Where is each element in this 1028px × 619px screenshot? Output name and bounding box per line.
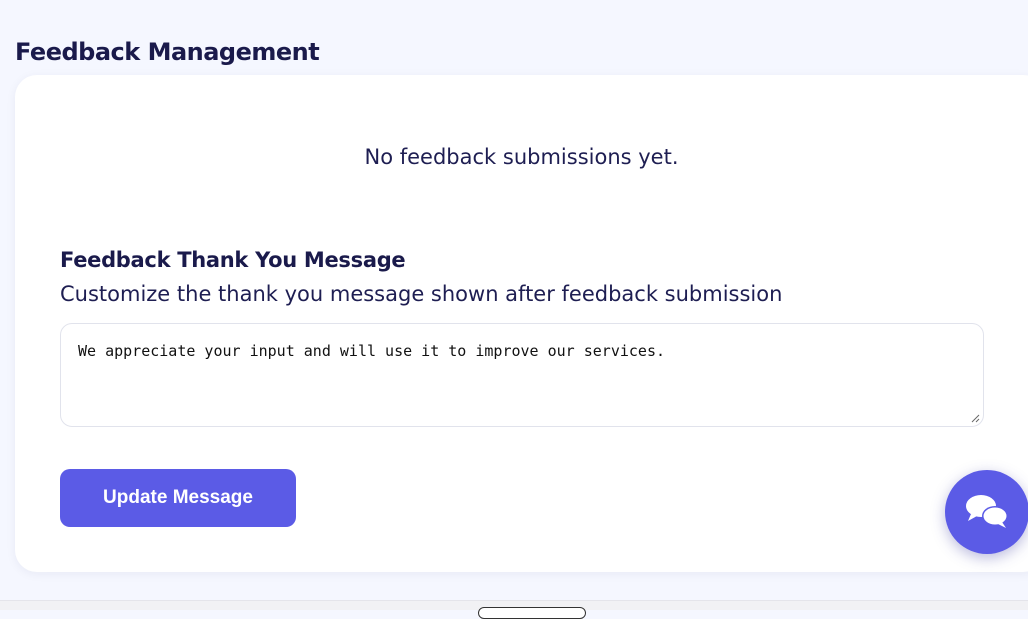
page-title: Feedback Management bbox=[15, 38, 320, 66]
update-message-button[interactable]: Update Message bbox=[60, 469, 296, 527]
chat-button[interactable] bbox=[945, 470, 1028, 554]
empty-feedback-message: No feedback submissions yet. bbox=[364, 145, 679, 169]
thank-you-message-value: We appreciate your input and will use it… bbox=[78, 342, 665, 360]
chat-bubbles-icon bbox=[966, 495, 1008, 528]
feedback-card: No feedback submissions yet. Feedback Th… bbox=[15, 75, 1028, 572]
resize-handle-icon[interactable] bbox=[970, 413, 980, 423]
thank-you-section-title: Feedback Thank You Message bbox=[60, 248, 406, 272]
bottom-pill-handle[interactable] bbox=[478, 607, 586, 619]
thank-you-message-textarea[interactable]: We appreciate your input and will use it… bbox=[60, 323, 984, 427]
thank-you-section-description: Customize the thank you message shown af… bbox=[60, 282, 783, 306]
